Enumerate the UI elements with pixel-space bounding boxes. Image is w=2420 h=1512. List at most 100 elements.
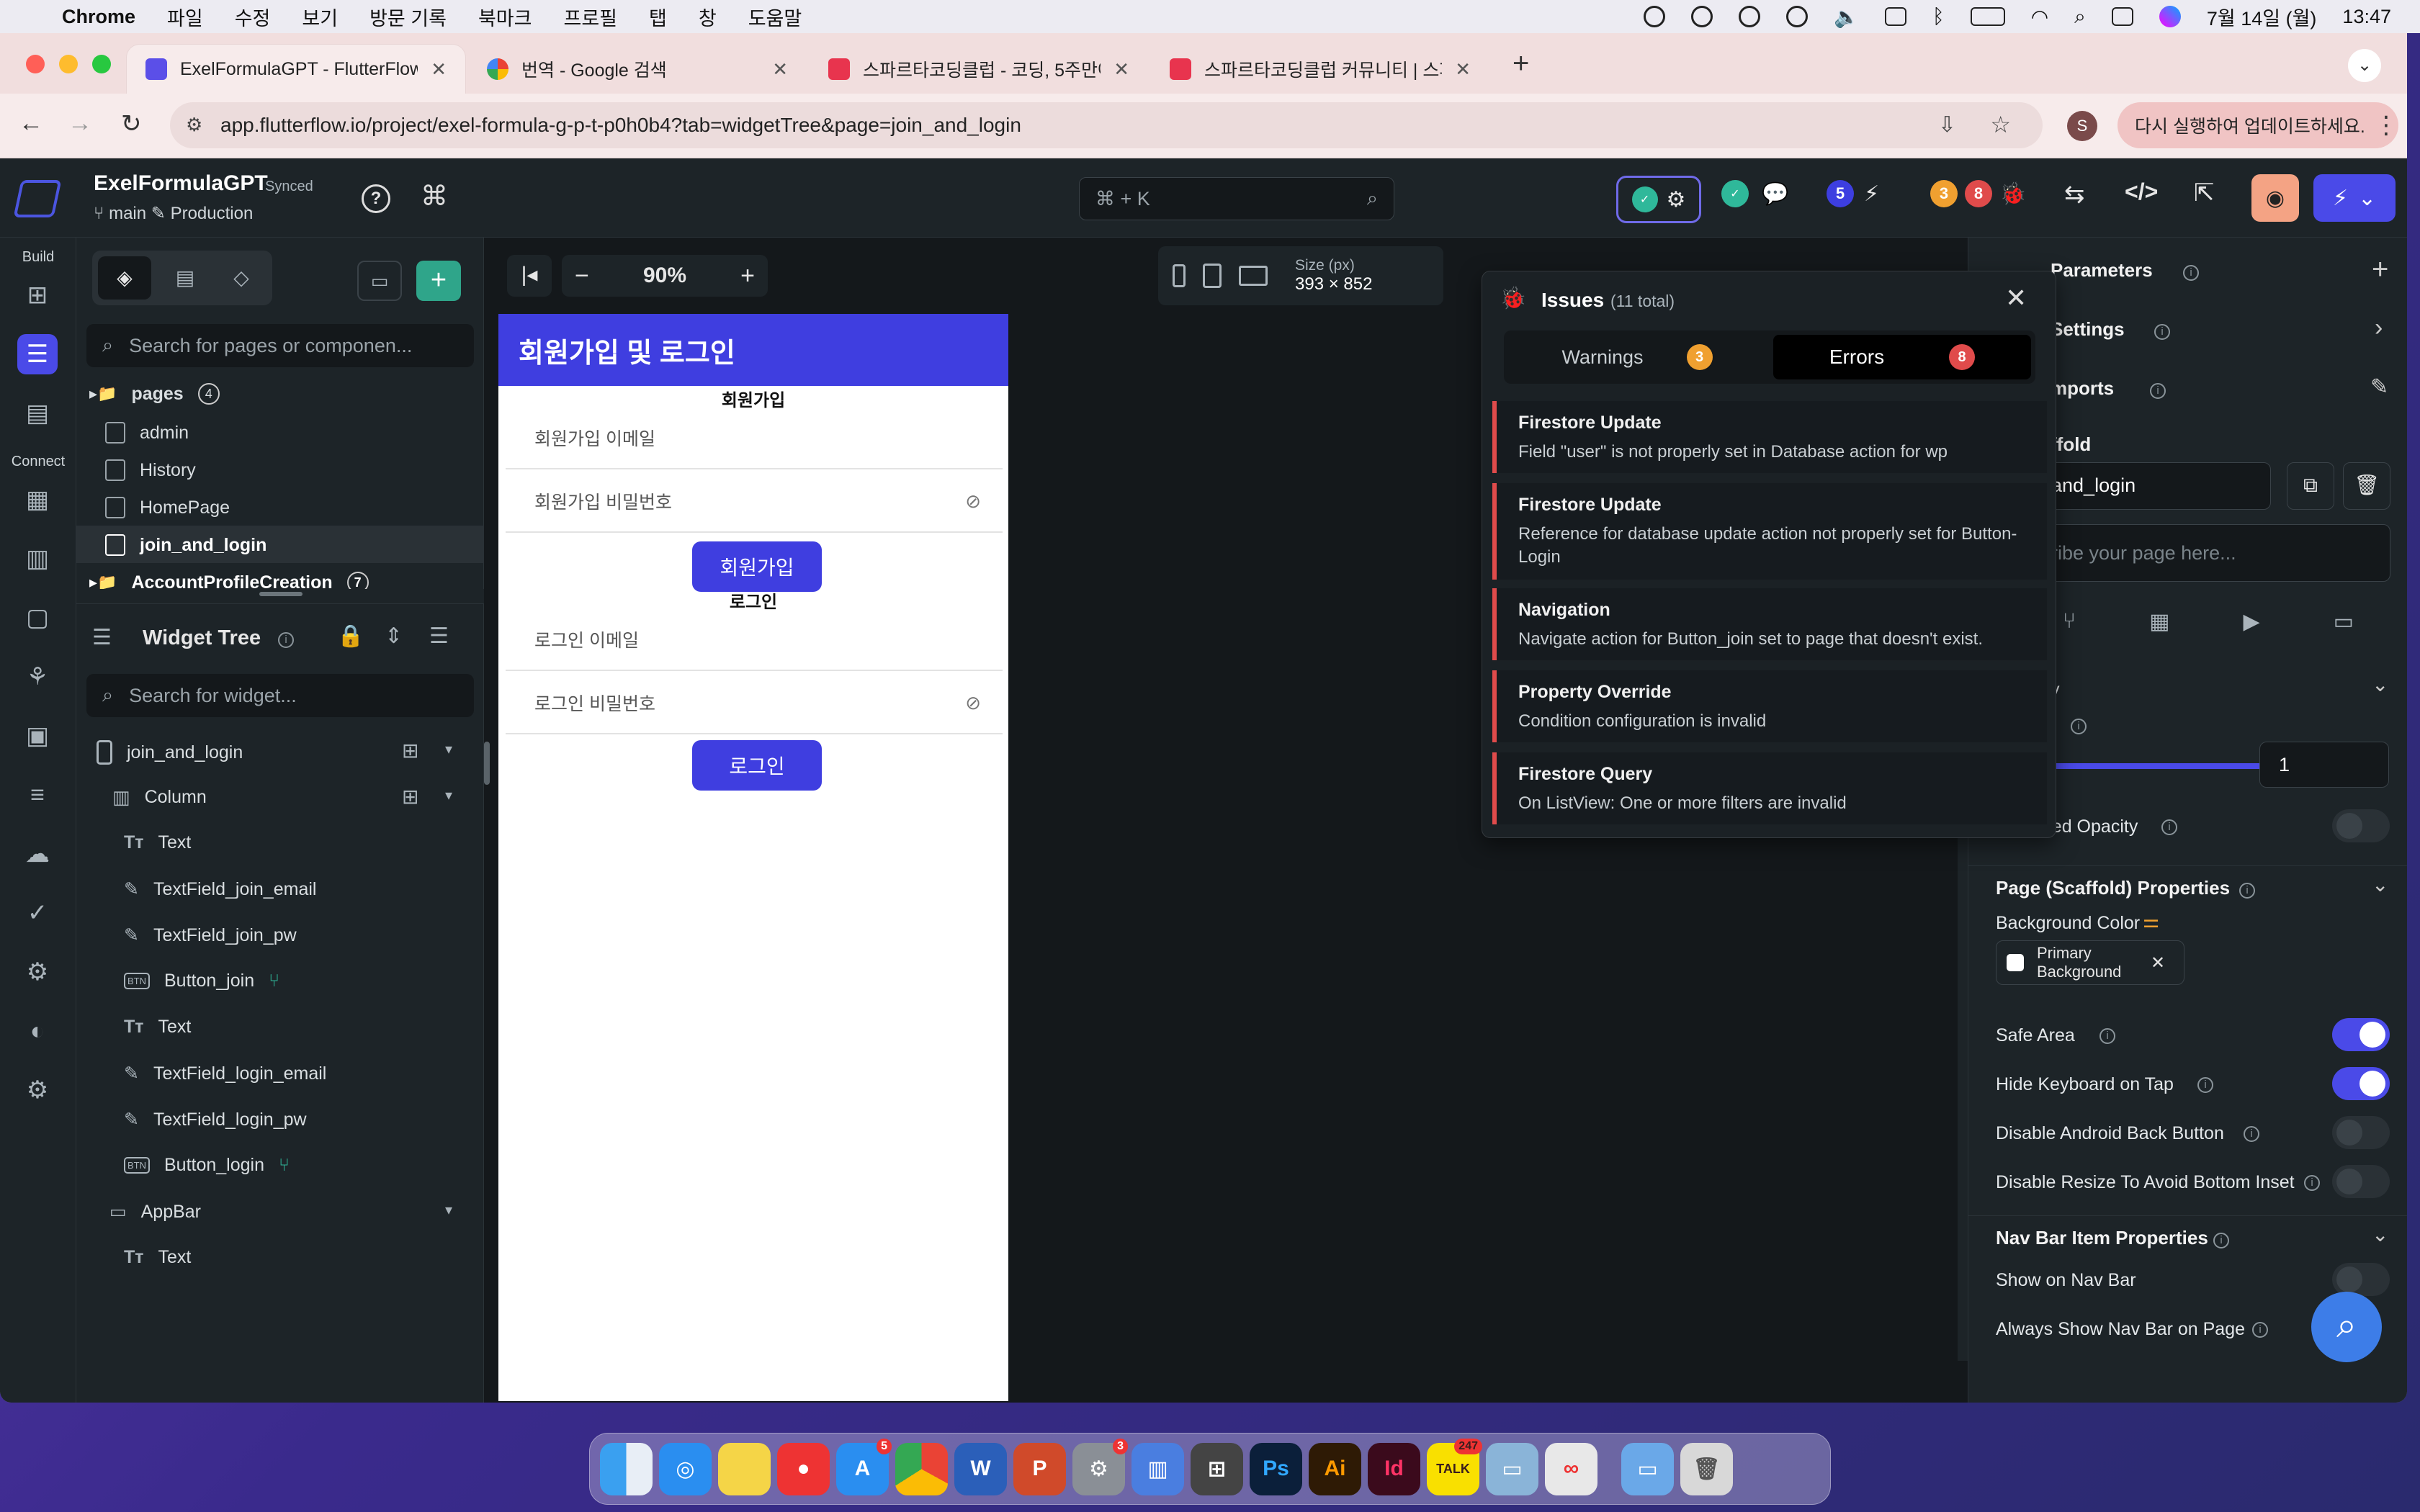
page-search-input[interactable]: ⌕ Search for pages or componen... <box>86 324 474 367</box>
firestore-icon[interactable]: ▦ <box>17 480 58 520</box>
info-icon[interactable]: i <box>278 632 294 648</box>
forward-icon[interactable]: → <box>68 109 92 138</box>
media-assets-icon[interactable]: ▣ <box>17 716 58 756</box>
volume-icon[interactable]: 🔈 <box>1834 5 1859 29</box>
calculator-icon[interactable]: ⊞ <box>1191 1442 1243 1495</box>
api-calls-icon[interactable]: ▥ <box>17 539 58 579</box>
illustrator-icon[interactable]: Ai <box>1309 1442 1361 1495</box>
tree-node-appbar[interactable]: ▭ AppBar <box>109 1201 201 1223</box>
powerpoint-icon[interactable]: P <box>1013 1442 1066 1495</box>
chevron-right-icon[interactable]: › <box>2375 314 2383 342</box>
filter-icon[interactable]: ☰ <box>429 624 449 649</box>
tree-node-text[interactable]: Tт Text <box>124 832 191 853</box>
tree-node-button-join[interactable]: BTN Button_join ⑂ <box>124 971 279 991</box>
reload-icon[interactable]: ↻ <box>121 109 142 138</box>
tree-node-page[interactable]: join_and_login <box>97 740 243 765</box>
login-password-field[interactable]: 로그인 비밀번호 ⊘ <box>506 672 1003 734</box>
tab-sparta[interactable]: 스파르타코딩클럽 - 코딩, 5주만에 ✕ <box>810 45 1148 94</box>
siri-icon[interactable] <box>2159 6 2181 27</box>
zoom-level[interactable]: 90% <box>643 264 686 288</box>
tree-node-button-login[interactable]: BTN Button_login ⑂ <box>124 1155 290 1176</box>
theme-icon[interactable]: ⚘ <box>17 657 58 697</box>
airplay-icon[interactable] <box>1739 6 1761 27</box>
design-system-icon[interactable]: ◐ <box>17 1011 58 1051</box>
info-icon[interactable]: i <box>2150 383 2166 399</box>
control-center-icon[interactable] <box>2111 7 2133 26</box>
add-page-button[interactable]: + <box>416 261 461 301</box>
open-external-icon[interactable]: ⇱ <box>2194 179 2215 207</box>
issue-item[interactable]: Firestore Query On ListView: One or more … <box>1492 752 2047 824</box>
issue-item[interactable]: Property Override Condition configuration… <box>1492 670 2047 742</box>
input-source-icon[interactable] <box>1884 7 1906 26</box>
app-menu[interactable]: Chrome <box>62 6 135 28</box>
tree-node-textfield-join-email[interactable]: ✎ TextField_join_email <box>124 878 316 900</box>
update-chrome-button[interactable]: 다시 실행하여 업데이트하세요. <box>2118 102 2398 148</box>
action-flow-icon[interactable]: ⑂ <box>279 1155 290 1176</box>
check-circle-icon[interactable]: ✓ <box>1721 180 1749 207</box>
close-icon[interactable]: ✕ <box>2005 283 2027 313</box>
menu-bookmarks[interactable]: 북마크 <box>478 3 532 31</box>
panel-splitter[interactable] <box>76 589 484 603</box>
back-icon[interactable]: ← <box>19 109 43 138</box>
branch-compare-icon[interactable]: ⇆ <box>2064 180 2085 209</box>
chevron-down-icon[interactable]: ▾ <box>445 786 452 804</box>
finder-icon[interactable] <box>600 1442 653 1495</box>
close-tab-icon[interactable]: ✕ <box>772 58 788 81</box>
menu-window[interactable]: 창 <box>699 3 717 31</box>
issue-item[interactable]: Firestore Update Field "user" is not prop… <box>1492 401 2047 473</box>
keynote-icon[interactable]: ▥ <box>1131 1442 1184 1495</box>
lock-icon[interactable]: 🔒 <box>337 624 364 649</box>
visibility-off-icon[interactable]: ⊘ <box>965 692 981 714</box>
join-button[interactable]: 회원가입 <box>692 541 822 592</box>
info-icon[interactable]: i <box>2244 1126 2259 1142</box>
size-readout[interactable]: Size (px) 393 × 852 <box>1295 257 1372 294</box>
site-info-icon[interactable]: ⚙ <box>186 114 202 136</box>
menu-help[interactable]: 도움말 <box>748 3 802 31</box>
creative-cloud-icon[interactable] <box>1691 6 1713 27</box>
new-tab-icon[interactable]: + <box>1512 48 1529 80</box>
widget-search-input[interactable]: ⌕ Search for widget... <box>86 674 474 717</box>
app-bar[interactable]: 회원가입 및 로그인 <box>498 314 1008 386</box>
tests-group[interactable]: 5 ⚡ <box>1827 180 1879 207</box>
info-icon[interactable]: i <box>2183 265 2199 281</box>
copy-icon[interactable]: ⧉ <box>2287 462 2334 510</box>
pages-tab-icon[interactable]: ◈ <box>98 256 151 300</box>
agents-icon[interactable]: ⚙ <box>17 952 58 992</box>
edit-icon[interactable]: ✎ <box>2370 374 2388 400</box>
disable-resize-toggle[interactable] <box>2332 1165 2390 1198</box>
chevron-down-icon[interactable]: ▾ <box>445 1201 452 1219</box>
close-tab-icon[interactable]: ✕ <box>1455 58 1471 81</box>
issues-button[interactable]: 3 8 🐞 <box>1930 180 2026 207</box>
panel-resize-handle[interactable] <box>484 742 490 785</box>
chevron-down-icon[interactable]: ▾ <box>445 740 452 758</box>
issue-item[interactable]: Navigation Navigate action for Button_joi… <box>1492 588 2047 660</box>
project-name[interactable]: ExelFormulaGPT <box>94 171 268 196</box>
tests-icon[interactable]: ✓ <box>17 893 58 933</box>
status-icon[interactable] <box>1644 6 1666 27</box>
cloud-functions-icon[interactable]: ☁ <box>17 834 58 874</box>
voice-memo-icon[interactable]: ● <box>777 1442 830 1495</box>
add-child-icon[interactable]: ⊞ <box>402 785 418 809</box>
login-button[interactable]: 로그인 <box>692 740 822 791</box>
info-icon[interactable]: i <box>2252 1322 2268 1338</box>
airdrop-icon[interactable] <box>1786 6 1809 27</box>
add-folder-icon[interactable]: ▭ <box>357 261 402 301</box>
menu-tab[interactable]: 탭 <box>649 3 667 31</box>
opacity-slider[interactable] <box>2026 757 2307 775</box>
custom-code-icon[interactable]: ≡ <box>17 775 58 815</box>
chat-icon[interactable]: 💬 <box>1762 181 1788 207</box>
tab-google-translate[interactable]: 번역 - Google 검색 ✕ <box>468 45 807 94</box>
chrome-icon[interactable] <box>895 1442 948 1495</box>
tab-flutterflow[interactable]: ExelFormulaGPT - FlutterFlow ✕ <box>127 45 465 94</box>
chevron-down-icon[interactable]: ⌄ <box>2372 1223 2388 1246</box>
downloads-folder-icon[interactable]: ▭ <box>1621 1442 1674 1495</box>
flutterflow-logo-icon[interactable] <box>13 180 62 217</box>
delete-icon[interactable]: 🗑 <box>2343 462 2390 510</box>
info-icon[interactable]: i <box>2099 1028 2115 1044</box>
notes-icon[interactable] <box>718 1442 771 1495</box>
tree-node-textfield-join-pw[interactable]: ✎ TextField_join_pw <box>124 924 297 946</box>
join-email-field[interactable]: 회원가입 이메일 <box>506 408 1003 469</box>
close-tab-icon[interactable]: ✕ <box>1113 58 1129 81</box>
profile-avatar[interactable]: S <box>2067 111 2097 141</box>
opacity-input[interactable]: 1 <box>2259 742 2389 788</box>
